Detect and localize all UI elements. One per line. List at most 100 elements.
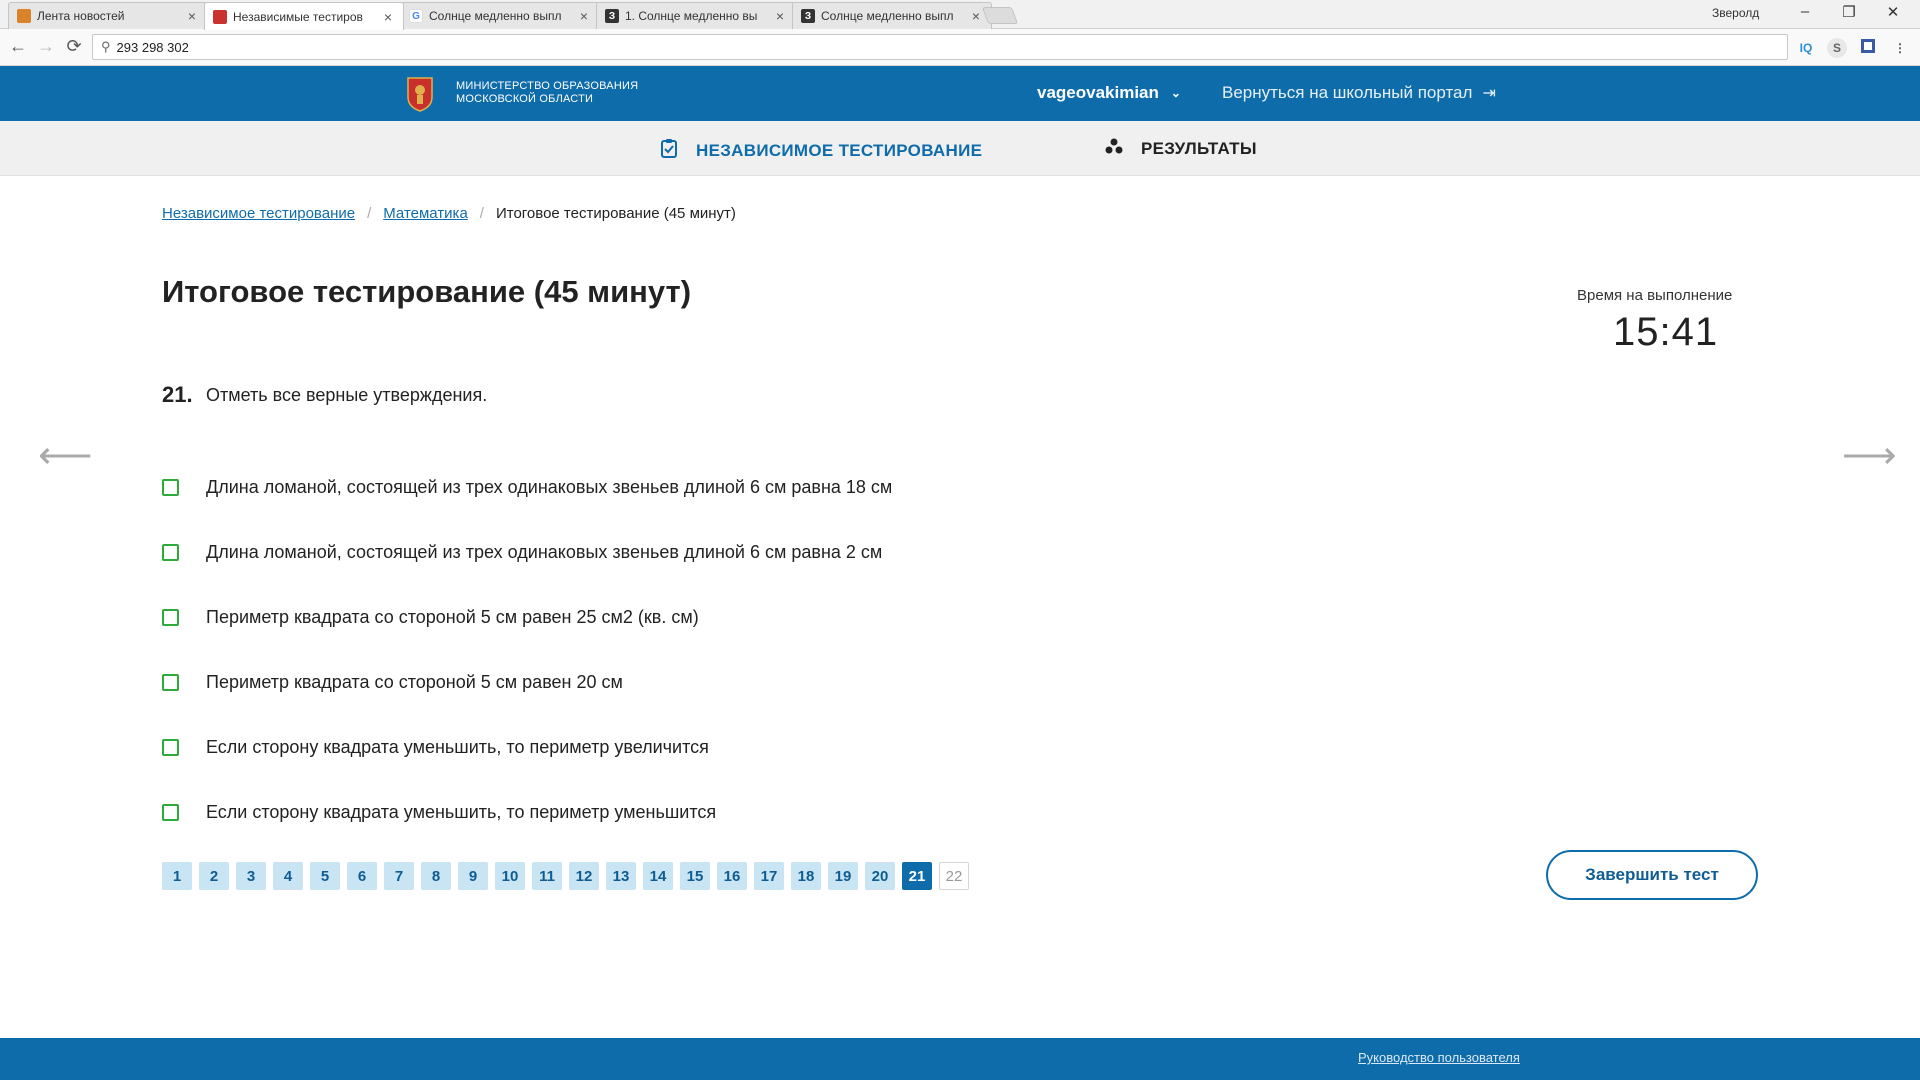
coat-of-arms-logo-icon[interactable] [406, 75, 434, 112]
username: vageovakimian [1037, 83, 1159, 102]
answer-checkbox[interactable] [162, 544, 179, 561]
timer-value: 15:41 [1613, 310, 1719, 354]
site-header: МИНИСТЕРСТВО ОБРАЗОВАНИЯ МОСКОВСКОЙ ОБЛА… [0, 66, 1920, 121]
page-button[interactable]: 8 [421, 862, 451, 890]
close-icon[interactable]: ✕ [1870, 3, 1916, 21]
page-button[interactable]: 5 [310, 862, 340, 890]
minimize-icon[interactable]: – [1782, 3, 1828, 20]
page-button[interactable]: 15 [680, 862, 710, 890]
page-button[interactable]: 18 [791, 862, 821, 890]
tab-title: Солнце медленно выпл [429, 9, 562, 23]
reload-icon[interactable]: ⟳ [62, 36, 86, 57]
answer-label: Длина ломаной, состоящей из трех одинако… [206, 477, 893, 497]
tab-independent-testing[interactable]: НЕЗАВИСИМОЕ ТЕСТИРОВАНИЕ [660, 138, 982, 163]
news-favicon-icon [17, 9, 31, 23]
restore-icon[interactable]: ❐ [1826, 3, 1872, 21]
answer-label: Периметр квадрата со стороной 5 см равен… [206, 607, 699, 627]
previous-question-arrow-icon[interactable]: ⟵ [38, 433, 92, 478]
page-button[interactable]: 2 [199, 862, 229, 890]
address-input[interactable] [116, 39, 1717, 55]
user-menu[interactable]: vageovakimian ⌄ [1037, 83, 1181, 103]
page-button[interactable]: 3 [236, 862, 266, 890]
page-button[interactable]: 11 [532, 862, 562, 890]
tab-close-icon[interactable]: × [773, 8, 787, 24]
exit-icon: ⇥ [1482, 85, 1496, 102]
answer-option[interactable]: Если сторону квадрата уменьшить, то пери… [162, 715, 892, 780]
answer-option[interactable]: Если сторону квадрата уменьшить, то пери… [162, 780, 892, 845]
back-arrow-icon[interactable]: ← [6, 36, 30, 57]
breadcrumb-mathematics[interactable]: Математика [383, 205, 468, 222]
iq-extension-icon[interactable]: IQ [1796, 38, 1816, 58]
answer-checkbox[interactable] [162, 479, 179, 496]
screen-extension-icon[interactable] [1858, 38, 1878, 58]
page-button[interactable]: 12 [569, 862, 599, 890]
breadcrumb-independent-testing[interactable]: Независимое тестирование [162, 205, 355, 222]
ministry-line-2: МОСКОВСКОЙ ОБЛАСТИ [456, 93, 594, 105]
page-button[interactable]: 16 [717, 862, 747, 890]
browser-tab-znanija-2[interactable]: З Солнце медленно выпл × [792, 2, 992, 29]
tab-title: Лента новостей [37, 9, 125, 23]
answer-options: Длина ломаной, состоящей из трех одинако… [162, 455, 892, 845]
finish-test-button[interactable]: Завершить тест [1546, 850, 1758, 900]
answer-option[interactable]: Периметр квадрата со стороной 5 см равен… [162, 650, 892, 715]
page-button[interactable]: 13 [606, 862, 636, 890]
browser-tab-google[interactable]: G Солнце медленно выпл × [400, 2, 600, 29]
page-button[interactable]: 7 [384, 862, 414, 890]
question-text: Отметь все верные утверждения. [206, 385, 488, 405]
address-bar[interactable]: ⚲ [92, 34, 1788, 60]
tab-close-icon[interactable]: × [381, 9, 395, 25]
answer-option[interactable]: Длина ломаной, состоящей из трех одинако… [162, 455, 892, 520]
browser-tab-znanija-1[interactable]: З 1. Солнце медленно вы × [596, 2, 796, 29]
page-button-current[interactable]: 21 [902, 862, 932, 890]
answer-checkbox[interactable] [162, 739, 179, 756]
page-button[interactable]: 9 [458, 862, 488, 890]
results-icon [1105, 138, 1123, 159]
page-button[interactable]: 14 [643, 862, 673, 890]
page-title: Итоговое тестирование (45 минут) [162, 274, 692, 309]
tab-results[interactable]: РЕЗУЛЬТАТЫ [1105, 138, 1257, 159]
page-button[interactable]: 10 [495, 862, 525, 890]
ministry-name: МИНИСТЕРСТВО ОБРАЗОВАНИЯ МОСКОВСКОЙ ОБЛА… [456, 80, 638, 106]
page-button[interactable]: 20 [865, 862, 895, 890]
footer: Руководство пользователя [0, 1038, 1920, 1080]
answer-option[interactable]: Периметр квадрата со стороной 5 см равен… [162, 585, 892, 650]
subnav: НЕЗАВИСИМОЕ ТЕСТИРОВАНИЕ РЕЗУЛЬТАТЫ [0, 121, 1920, 176]
breadcrumb-separator: / [479, 205, 484, 222]
tab-title: Независимые тестиров [233, 9, 363, 24]
search-icon: ⚲ [101, 39, 111, 54]
page-button[interactable]: 1 [162, 862, 192, 890]
answer-checkbox[interactable] [162, 609, 179, 626]
new-tab-button[interactable] [981, 7, 1019, 24]
ministry-line-1: МИНИСТЕРСТВО ОБРАЗОВАНИЯ [456, 80, 639, 92]
browser-profile-name[interactable]: Зверолд [1712, 6, 1759, 20]
tab-close-icon[interactable]: × [577, 8, 591, 24]
browser-menu-icon[interactable]: ⋮ [1890, 38, 1910, 58]
timer-label: Время на выполнение [1577, 287, 1733, 304]
breadcrumb: Независимое тестирование / Математика / … [162, 205, 736, 222]
answer-option[interactable]: Длина ломаной, состоящей из трех одинако… [162, 520, 892, 585]
page-button[interactable]: 19 [828, 862, 858, 890]
page-button[interactable]: 4 [273, 862, 303, 890]
user-guide-link[interactable]: Руководство пользователя [1358, 1050, 1520, 1065]
browser-tab-testing[interactable]: Независимые тестиров × [204, 2, 404, 30]
answer-label: Если сторону квадрата уменьшить, то пери… [206, 737, 709, 757]
s-extension-icon[interactable]: S [1827, 38, 1847, 58]
answer-checkbox[interactable] [162, 804, 179, 821]
answer-label: Длина ломаной, состоящей из трех одинако… [206, 542, 883, 562]
forward-arrow-icon[interactable]: → [34, 36, 58, 57]
next-question-arrow-icon[interactable]: ⟶ [1842, 433, 1896, 478]
answer-checkbox[interactable] [162, 674, 179, 691]
back-to-portal-link[interactable]: Вернуться на школьный портал ⇥ [1222, 83, 1496, 103]
tab-close-icon[interactable]: × [969, 8, 983, 24]
clipboard-icon [660, 138, 678, 163]
chevron-down-icon: ⌄ [1170, 86, 1181, 100]
testing-favicon-icon [213, 9, 227, 24]
page-button[interactable]: 17 [754, 862, 784, 890]
page-button[interactable]: 6 [347, 862, 377, 890]
page-button-unanswered[interactable]: 22 [939, 862, 969, 890]
question-number: 21. [162, 382, 193, 407]
tab-results-label: РЕЗУЛЬТАТЫ [1141, 138, 1257, 158]
browser-tab-news[interactable]: Лента новостей × [8, 2, 208, 29]
answer-label: Если сторону квадрата уменьшить, то пери… [206, 802, 717, 822]
tab-close-icon[interactable]: × [185, 8, 199, 24]
